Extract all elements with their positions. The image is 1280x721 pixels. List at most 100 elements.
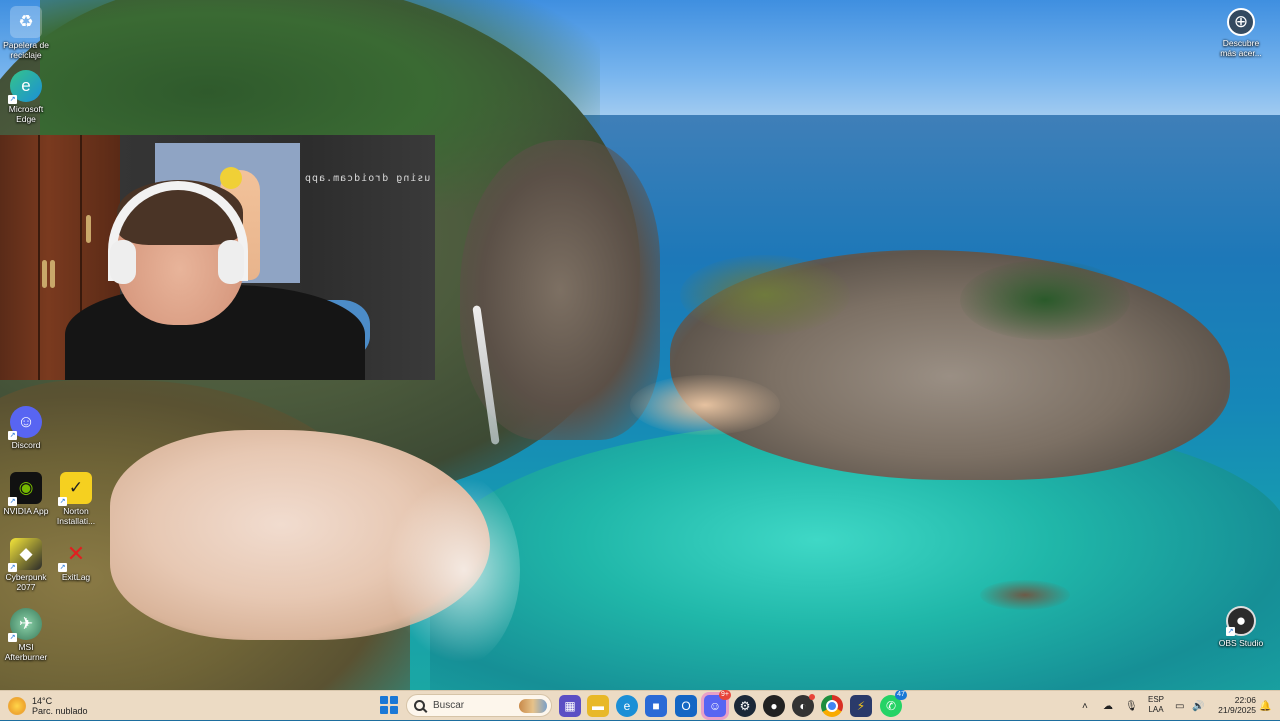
taskbar-search-box[interactable]: Buscar bbox=[406, 694, 552, 717]
desktop-icon-discord[interactable]: ☺ ↗ Discord bbox=[0, 406, 52, 450]
windows-logo-tile bbox=[380, 696, 388, 704]
cyberpunk-icon: ◆ ↗ bbox=[8, 538, 42, 572]
tray-network[interactable]: ▭ bbox=[1175, 691, 1184, 721]
wallpaper-island-trees bbox=[960, 260, 1130, 340]
circle-app-icon: ● bbox=[770, 699, 778, 713]
store-icon: ■ bbox=[652, 699, 660, 713]
wallpaper-surf bbox=[380, 470, 520, 670]
windows-logo-tile bbox=[390, 696, 398, 704]
weather-text: 14°C Parc. nublado bbox=[32, 696, 88, 716]
edge-icon: e ↗ bbox=[8, 70, 42, 104]
steam-icon: ⚙ bbox=[739, 699, 751, 713]
windows-logo-tile bbox=[380, 706, 388, 714]
taskbar-app-outlook[interactable]: O bbox=[675, 695, 697, 717]
shortcut-arrow-icon: ↗ bbox=[1226, 627, 1235, 636]
notification-center-button[interactable]: 🔔 bbox=[1259, 691, 1271, 721]
webcam-overlay: using droidcam.app bbox=[0, 135, 435, 380]
taskbar-app-steam[interactable]: ⚙ bbox=[734, 695, 756, 717]
taskbar-clock[interactable]: 22:06 21/9/2025 bbox=[1208, 695, 1256, 715]
exitlag-icon: ✕ ↗ bbox=[58, 541, 86, 572]
norton-icon: ✓ ↗ bbox=[58, 472, 92, 506]
language-code: ESP bbox=[1147, 695, 1164, 704]
desktop-icon-discover[interactable]: ⊕ Descubre más acer... bbox=[1215, 8, 1267, 58]
discord-icon: ☺ ↗ bbox=[8, 406, 42, 440]
notification-badge: 9+ bbox=[719, 690, 731, 700]
desktop-icon-label: Microsoft Edge bbox=[8, 104, 44, 124]
search-placeholder: Buscar bbox=[433, 700, 465, 711]
partly-cloudy-icon bbox=[8, 697, 26, 715]
chat-app-icon: ◐ bbox=[799, 699, 807, 713]
cloud-off-icon: ☁ bbox=[1103, 700, 1113, 712]
desktop-icon-label: NVIDIA App bbox=[3, 506, 49, 516]
monitor-network-icon: ▭ bbox=[1175, 700, 1185, 712]
search-icon bbox=[414, 700, 425, 711]
shortcut-arrow-icon: ↗ bbox=[58, 563, 67, 572]
desktop-icon-label: ExitLag bbox=[61, 572, 91, 582]
microphone-icon: 🎙 bbox=[1125, 700, 1138, 712]
cabinet-handle bbox=[42, 260, 47, 288]
clock-time: 22:06 bbox=[1234, 695, 1256, 705]
weather-temperature: 14°C bbox=[32, 696, 53, 706]
shortcut-arrow-icon: ↗ bbox=[8, 95, 17, 104]
desktop-icon-label: OBS Studio bbox=[1218, 638, 1264, 648]
language-indicator[interactable]: ESP LAA bbox=[1143, 695, 1169, 715]
shortcut-arrow-icon: ↗ bbox=[8, 633, 17, 642]
discord-icon: ☺ bbox=[708, 699, 722, 713]
taskbar-app-file-explorer[interactable]: ▬ bbox=[587, 695, 609, 717]
desktop-icon-label: Norton Installati... bbox=[56, 506, 96, 526]
desktop-icon-norton[interactable]: ✓ ↗ Norton Installati... bbox=[50, 472, 102, 526]
desktop-icon-label: Discord bbox=[11, 440, 41, 450]
desktop-icon-obs[interactable]: ● ↗ OBS Studio bbox=[1215, 606, 1267, 648]
tray-microphone[interactable]: 🎙 bbox=[1125, 691, 1138, 721]
taskbar-app-circle[interactable]: ● bbox=[763, 695, 785, 717]
notification-badge: 47 bbox=[895, 690, 907, 700]
desktop-icon-exitlag[interactable]: ✕ ↗ ExitLag bbox=[50, 538, 102, 582]
obs-icon: ● ↗ bbox=[1226, 606, 1256, 636]
nvidia-icon: ◉ ↗ bbox=[8, 472, 42, 506]
notification-dot bbox=[809, 694, 815, 700]
taskbar-app-discord[interactable]: ☺ 9+ bbox=[704, 690, 731, 717]
windows-logo-tile bbox=[390, 706, 398, 714]
desktop-icon-label: Descubre más acer... bbox=[1220, 38, 1262, 58]
cabinet-seam bbox=[38, 135, 40, 380]
tray-vpn-status[interactable]: ☁ bbox=[1103, 691, 1113, 721]
store-preview-icon: ▦ bbox=[564, 699, 576, 713]
taskbar-app-chrome[interactable] bbox=[821, 695, 843, 717]
desktop-icon-msi-afterburner[interactable]: ✈ ↗ MSI Afterburner bbox=[0, 608, 52, 662]
tray-volume[interactable]: 🔊 bbox=[1192, 691, 1204, 721]
desktop-icon-edge[interactable]: e ↗ Microsoft Edge bbox=[0, 70, 52, 124]
webcam-watermark: using droidcam.app bbox=[303, 173, 430, 184]
search-highlight-image bbox=[519, 698, 547, 713]
wallpaper-ocean-rock bbox=[980, 580, 1070, 610]
wallpaper-small-beach bbox=[630, 375, 780, 435]
shortcut-arrow-icon: ↗ bbox=[8, 563, 17, 572]
taskbar-app-edge[interactable]: e bbox=[616, 695, 638, 717]
headphone-earcup bbox=[110, 240, 136, 284]
desktop-icon-recycle-bin[interactable]: ♻ Papelera de reciclaje bbox=[0, 6, 52, 60]
start-button[interactable] bbox=[380, 696, 398, 714]
headphone-earcup bbox=[218, 240, 244, 284]
desktop-icon-nvidia[interactable]: ◉ ↗ NVIDIA App bbox=[0, 472, 52, 516]
taskbar-app-store[interactable]: ■ bbox=[645, 695, 667, 717]
notification-bell-icon: 🔔 bbox=[1259, 700, 1272, 712]
show-hidden-icons-button[interactable]: ˄ bbox=[1082, 691, 1088, 721]
whatsapp-icon: ✆ bbox=[885, 699, 897, 713]
chevron-up-icon: ˄ bbox=[1082, 700, 1088, 712]
shortcut-arrow-icon: ↗ bbox=[58, 497, 67, 506]
discover-icon: ⊕ bbox=[1227, 8, 1255, 36]
desktop-icon-cyberpunk[interactable]: ◆ ↗ Cyberpunk 2077 bbox=[0, 538, 52, 592]
taskbar-app-store-preview[interactable]: ▦ bbox=[559, 695, 581, 717]
clock-date: 21/9/2025 bbox=[1218, 705, 1256, 715]
taskbar-app-whatsapp[interactable]: ✆ 47 bbox=[880, 690, 907, 717]
folder-icon: ▬ bbox=[592, 699, 604, 713]
taskbar-app-chat[interactable]: ◐ bbox=[792, 694, 815, 717]
weather-condition: Parc. nublado bbox=[32, 706, 88, 716]
edge-icon: e bbox=[623, 699, 631, 713]
speaker-icon: 🔊 bbox=[1192, 700, 1205, 712]
shortcut-arrow-icon: ↗ bbox=[8, 497, 17, 506]
weather-widget[interactable]: 14°C Parc. nublado bbox=[8, 694, 88, 718]
taskbar-app-manager[interactable]: ⚡ bbox=[850, 695, 872, 717]
desktop-icon-label: Papelera de reciclaje bbox=[3, 40, 49, 60]
msi-afterburner-icon: ✈ ↗ bbox=[8, 608, 42, 642]
webcam-doll-hair bbox=[220, 167, 242, 189]
